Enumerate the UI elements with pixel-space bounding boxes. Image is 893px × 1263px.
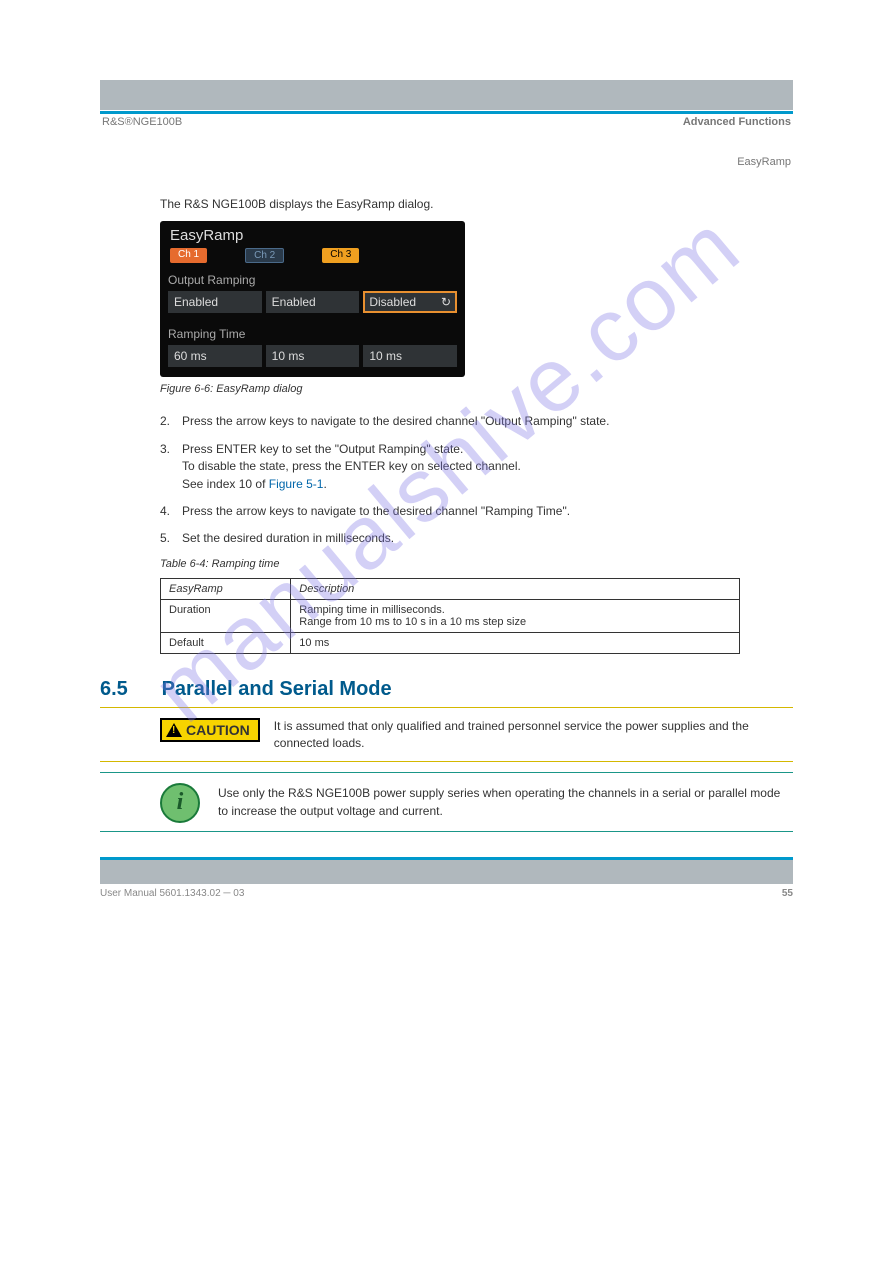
step-5-num: 5. xyxy=(160,530,182,547)
step-3-text: Press ENTER key to set the "Output Rampi… xyxy=(182,442,521,491)
page-number: 55 xyxy=(782,888,793,899)
channel-row: Ch 1 Ch 2 Ch 3 xyxy=(168,248,457,263)
caution-block: CAUTION It is assumed that only qualifie… xyxy=(160,718,793,753)
easyramp-dialog: EasyRamp Ch 1 Ch 2 Ch 3 Output Ramping E… xyxy=(160,221,465,377)
warning-icon xyxy=(166,723,182,737)
footer: User Manual 5601.1343.02 ─ 03 55 xyxy=(100,860,793,899)
table-cell: 10 ms xyxy=(291,632,740,653)
step-4-text: Press the arrow keys to navigate to the … xyxy=(182,503,570,520)
caution-label: CAUTION xyxy=(186,722,250,738)
channel-badge-2[interactable]: Ch 2 xyxy=(245,248,284,263)
header-row: R&S®NGE100B Advanced Functions EasyRamp xyxy=(102,116,791,168)
step-3: 3. Press ENTER key to set the "Output Ra… xyxy=(160,441,793,493)
table-row: EasyRamp Description xyxy=(161,578,740,599)
intro-text: The R&S NGE100B displays the EasyRamp di… xyxy=(160,196,793,213)
divider xyxy=(100,761,793,762)
section-heading: 6.5 Parallel and Serial Mode xyxy=(100,678,793,701)
divider xyxy=(100,831,793,832)
figure-caption: Figure 6-6: EasyRamp dialog xyxy=(160,383,793,395)
step-4-num: 4. xyxy=(160,503,182,520)
step-3-tail: . xyxy=(323,477,326,491)
channel-badge-3[interactable]: Ch 3 xyxy=(322,248,359,263)
table-header-0: EasyRamp xyxy=(161,578,291,599)
header-product: R&S®NGE100B xyxy=(102,116,182,168)
ramping-time-ch1[interactable]: 60 ms xyxy=(168,345,262,367)
ramping-state-ch2[interactable]: Enabled xyxy=(266,291,360,313)
ramping-state-ch3-value: Disabled xyxy=(369,295,416,309)
footer-doc-id: User Manual 5601.1343.02 ─ 03 xyxy=(100,888,244,899)
ramping-time-ch3[interactable]: 10 ms xyxy=(363,345,457,367)
step-2-num: 2. xyxy=(160,413,182,430)
table-cell: Default xyxy=(161,632,291,653)
page-container: R&S®NGE100B Advanced Functions EasyRamp … xyxy=(0,0,893,939)
output-ramping-label: Output Ramping xyxy=(168,273,457,287)
table-row: Default 10 ms xyxy=(161,632,740,653)
ramping-time-label: Ramping Time xyxy=(168,327,457,341)
info-block: i Use only the R&S NGE100B power supply … xyxy=(160,783,793,823)
figure-link[interactable]: Figure 5-1 xyxy=(269,477,324,491)
info-icon: i xyxy=(160,783,200,823)
table-cell: Ramping time in milliseconds. Range from… xyxy=(291,599,740,632)
ramping-time-ch2[interactable]: 10 ms xyxy=(266,345,360,367)
channel-badge-1[interactable]: Ch 1 xyxy=(170,248,207,263)
footer-row: User Manual 5601.1343.02 ─ 03 55 xyxy=(100,888,793,899)
table-header-1: Description xyxy=(291,578,740,599)
header-subsection: EasyRamp xyxy=(683,156,791,168)
info-text: Use only the R&S NGE100B power supply se… xyxy=(218,785,793,820)
step-2: 2. Press the arrow keys to navigate to t… xyxy=(160,413,793,430)
table-caption: Table 6-4: Ramping time xyxy=(160,558,793,570)
caution-text: It is assumed that only qualified and tr… xyxy=(274,718,793,753)
refresh-icon: ↻ xyxy=(441,295,451,309)
divider xyxy=(100,707,793,708)
ramping-state-ch3[interactable]: Disabled ↻ xyxy=(363,291,457,313)
table-cell: Duration xyxy=(161,599,291,632)
ramping-state-ch1[interactable]: Enabled xyxy=(168,291,262,313)
footer-bar xyxy=(100,860,793,884)
ramping-time-table: EasyRamp Description Duration Ramping ti… xyxy=(160,578,740,654)
caution-badge: CAUTION xyxy=(160,718,260,742)
section-number: 6.5 xyxy=(100,678,156,701)
step-5: 5. Set the desired duration in milliseco… xyxy=(160,530,793,547)
header-section: Advanced Functions xyxy=(683,116,791,128)
dialog-title: EasyRamp xyxy=(168,227,457,244)
step-3-num: 3. xyxy=(160,441,182,493)
step-4: 4. Press the arrow keys to navigate to t… xyxy=(160,503,793,520)
step-5-text: Set the desired duration in milliseconds… xyxy=(182,530,394,547)
body: The R&S NGE100B displays the EasyRamp di… xyxy=(160,196,793,654)
ramping-time-row: 60 ms 10 ms 10 ms xyxy=(168,345,457,367)
section-title: Parallel and Serial Mode xyxy=(162,678,392,700)
header-bar xyxy=(100,80,793,110)
table-row: Duration Ramping time in milliseconds. R… xyxy=(161,599,740,632)
output-ramping-row: Enabled Enabled Disabled ↻ xyxy=(168,291,457,313)
step-2-text: Press the arrow keys to navigate to the … xyxy=(182,413,609,430)
divider xyxy=(100,772,793,773)
